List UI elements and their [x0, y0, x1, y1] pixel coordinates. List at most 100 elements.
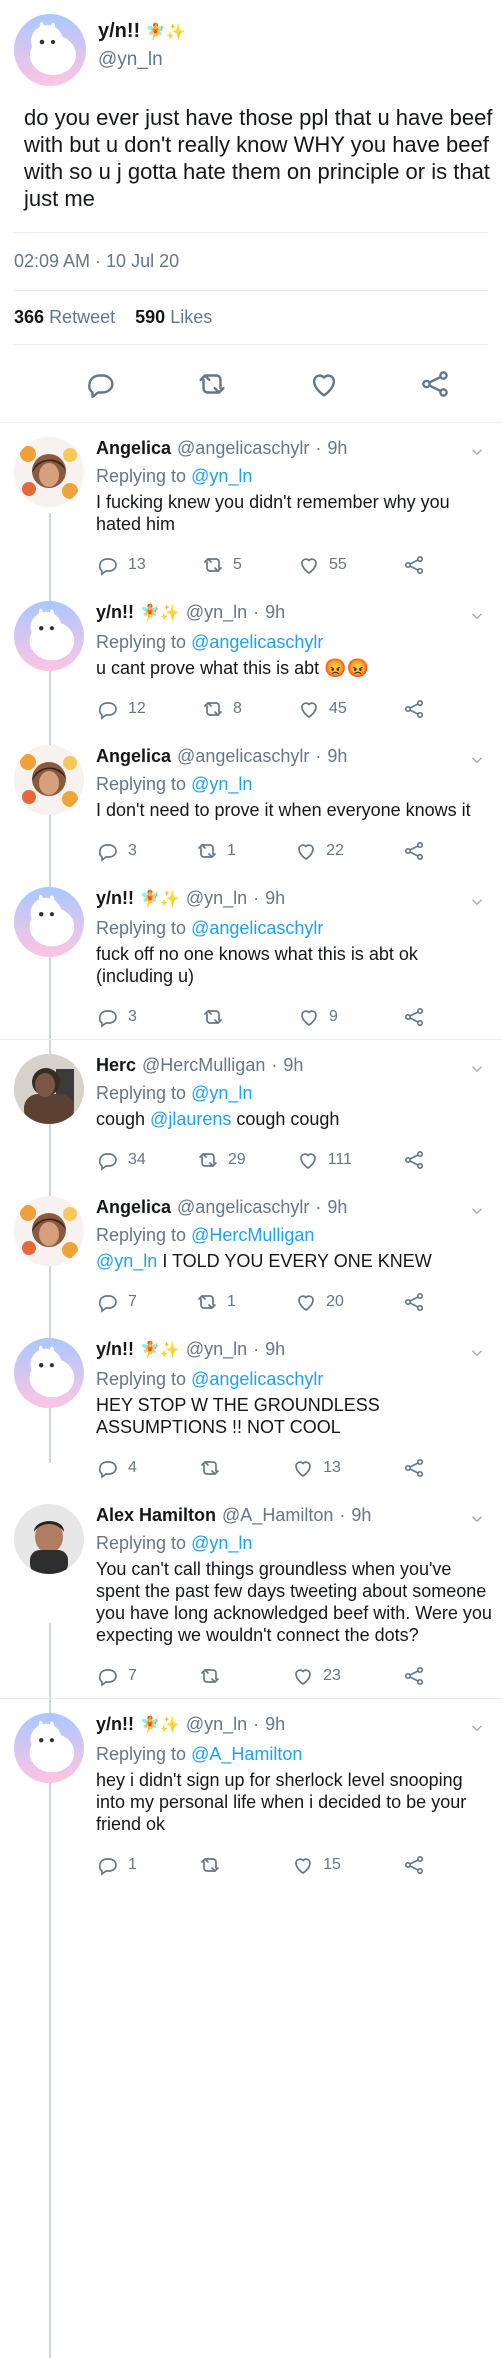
like-count[interactable]: 9: [297, 1005, 338, 1029]
reply-count[interactable]: 13: [96, 553, 146, 577]
reply-icon[interactable]: [96, 1456, 120, 1480]
retweet-count[interactable]: [198, 1853, 230, 1877]
replying-to-link[interactable]: @A_Hamilton: [191, 1744, 302, 1764]
reply-icon[interactable]: [96, 1290, 120, 1314]
reply-author-handle[interactable]: @angelicaschylr: [177, 437, 309, 459]
share-icon[interactable]: [402, 1456, 426, 1480]
chevron-down-icon[interactable]: [468, 751, 486, 769]
retweet-count[interactable]: [198, 1456, 230, 1480]
chevron-down-icon[interactable]: [468, 1719, 486, 1737]
like-count[interactable]: 111: [296, 1148, 352, 1172]
retweet-icon[interactable]: [195, 1290, 219, 1314]
reply-icon[interactable]: [96, 697, 120, 721]
reply-count[interactable]: 3: [96, 839, 137, 863]
share-icon[interactable]: [402, 1148, 426, 1172]
like-count[interactable]: 45: [297, 697, 347, 721]
avatar[interactable]: [14, 1713, 84, 1783]
like-icon[interactable]: [307, 367, 341, 401]
retweet-icon[interactable]: [201, 553, 225, 577]
reply-author-handle[interactable]: @HercMulligan: [142, 1054, 265, 1076]
reply-author-name[interactable]: y/n!!: [96, 601, 134, 623]
reply-author-name[interactable]: Herc: [96, 1054, 136, 1076]
replying-to-link[interactable]: @yn_ln: [191, 1083, 252, 1103]
reply-tweet[interactable]: Angelica @angelicaschylr · 9h Replying t…: [0, 1182, 502, 1324]
retweet-count[interactable]: 8: [201, 697, 242, 721]
reply-author-handle[interactable]: @angelicaschylr: [177, 745, 309, 767]
reply-tweet[interactable]: y/n!! 🧚✨ @yn_ln · 9h Replying to @angeli…: [0, 873, 502, 1039]
reply-count[interactable]: 3: [96, 1005, 137, 1029]
reply-author-handle[interactable]: @yn_ln: [186, 1338, 247, 1360]
avatar[interactable]: [14, 745, 84, 815]
share-button[interactable]: [402, 1148, 426, 1172]
avatar[interactable]: [14, 1504, 84, 1574]
share-icon[interactable]: [402, 1005, 426, 1029]
reply-author-name[interactable]: Angelica: [96, 437, 171, 459]
retweet-icon[interactable]: [201, 697, 225, 721]
retweet-icon[interactable]: [196, 1148, 220, 1172]
chevron-down-icon[interactable]: [468, 1202, 486, 1220]
like-icon[interactable]: [297, 553, 321, 577]
reply-tweet[interactable]: y/n!! 🧚✨ @yn_ln · 9h Replying to @A_Hami…: [0, 1698, 502, 1887]
share-button[interactable]: [402, 553, 426, 577]
reply-icon[interactable]: [84, 367, 118, 401]
reply-icon[interactable]: [96, 1005, 120, 1029]
reply-tweet[interactable]: y/n!! 🧚✨ @yn_ln · 9h Replying to @angeli…: [0, 1324, 502, 1490]
retweet-count[interactable]: 1: [195, 839, 236, 863]
reply-count[interactable]: 12: [96, 697, 146, 721]
reply-icon[interactable]: [96, 553, 120, 577]
reply-count[interactable]: 1: [96, 1853, 137, 1877]
like-count[interactable]: 55: [297, 553, 347, 577]
share-button[interactable]: [402, 1005, 426, 1029]
reply-author-handle[interactable]: @yn_ln: [186, 887, 247, 909]
like-icon[interactable]: [297, 697, 321, 721]
reply-icon[interactable]: [96, 1853, 120, 1877]
share-icon[interactable]: [402, 1853, 426, 1877]
share-button[interactable]: [402, 839, 426, 863]
retweet-count[interactable]: 29: [196, 1148, 246, 1172]
retweet-count[interactable]: [201, 1005, 233, 1029]
reply-author-name[interactable]: Alex Hamilton: [96, 1504, 216, 1526]
avatar[interactable]: [14, 1196, 84, 1266]
share-icon[interactable]: [418, 367, 452, 401]
avatar[interactable]: [14, 601, 84, 671]
reply-tweet[interactable]: Angelica @angelicaschylr · 9h Replying t…: [0, 423, 502, 587]
avatar[interactable]: [14, 1054, 84, 1124]
reply-count[interactable]: 34: [96, 1148, 146, 1172]
avatar[interactable]: [14, 887, 84, 957]
reply-author-handle[interactable]: @yn_ln: [186, 1713, 247, 1735]
avatar[interactable]: [14, 14, 86, 86]
share-icon[interactable]: [402, 1290, 426, 1314]
reply-author-handle[interactable]: @A_Hamilton: [222, 1504, 333, 1526]
reply-author-handle[interactable]: @angelicaschylr: [177, 1196, 309, 1218]
like-count[interactable]: 22: [294, 839, 344, 863]
like-count[interactable]: 13: [291, 1456, 341, 1480]
chevron-down-icon[interactable]: [468, 607, 486, 625]
reply-count[interactable]: 7: [96, 1290, 137, 1314]
replying-to-link[interactable]: @angelicaschylr: [191, 918, 323, 938]
retweet-count[interactable]: 1: [195, 1290, 236, 1314]
reply-count[interactable]: 4: [96, 1456, 137, 1480]
replying-to-link[interactable]: @angelicaschylr: [191, 1369, 323, 1389]
chevron-down-icon[interactable]: [468, 893, 486, 911]
retweet-icon[interactable]: [198, 1853, 222, 1877]
share-button[interactable]: [402, 1664, 426, 1688]
like-icon[interactable]: [296, 1148, 320, 1172]
chevron-down-icon[interactable]: [468, 443, 486, 461]
replying-to-link[interactable]: @HercMulligan: [191, 1225, 314, 1245]
retweet-count[interactable]: [198, 1664, 230, 1688]
reply-author-name[interactable]: y/n!!: [96, 887, 134, 909]
share-button[interactable]: [402, 697, 426, 721]
like-count[interactable]: 20: [294, 1290, 344, 1314]
replying-to-link[interactable]: @yn_ln: [191, 1533, 252, 1553]
like-icon[interactable]: [291, 1853, 315, 1877]
reply-tweet[interactable]: y/n!! 🧚✨ @yn_ln · 9h Replying to @angeli…: [0, 587, 502, 731]
share-button[interactable]: [402, 1456, 426, 1480]
share-icon[interactable]: [402, 1664, 426, 1688]
like-icon[interactable]: [297, 1005, 321, 1029]
mention-link[interactable]: @yn_ln: [96, 1251, 157, 1271]
reply-icon[interactable]: [96, 1148, 120, 1172]
retweet-icon[interactable]: [198, 1664, 222, 1688]
reply-author-name[interactable]: Angelica: [96, 745, 171, 767]
like-icon[interactable]: [291, 1664, 315, 1688]
reply-author-name[interactable]: y/n!!: [96, 1338, 134, 1360]
